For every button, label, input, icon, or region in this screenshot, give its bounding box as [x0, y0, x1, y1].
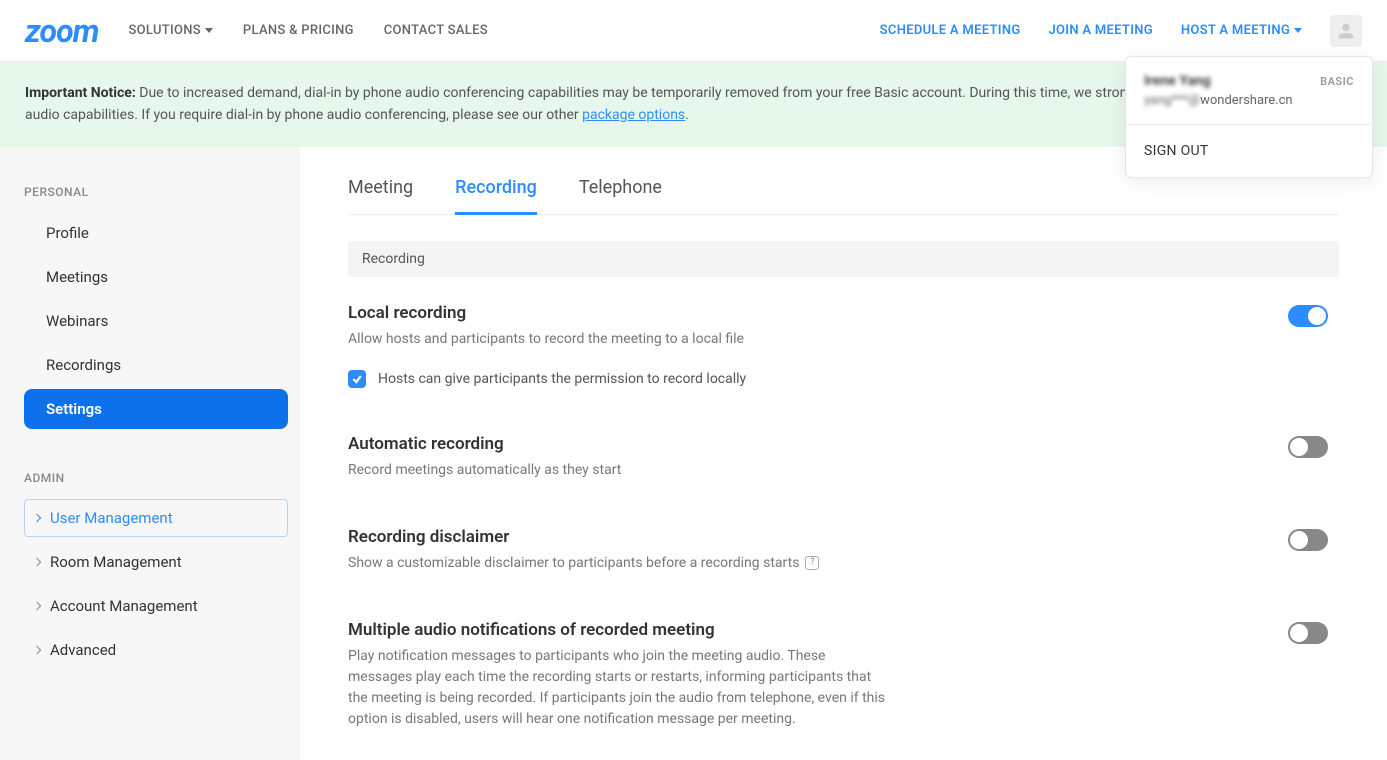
setting-desc: Show a customizable disclaimer to partic…	[348, 553, 1228, 574]
setting-title: Automatic recording	[348, 434, 1228, 454]
setting-title: Local recording	[348, 303, 1228, 323]
setting-title: Multiple audio notifications of recorded…	[348, 620, 888, 640]
sign-out-button[interactable]: SIGN OUT	[1126, 125, 1372, 177]
sidebar-item-room-management[interactable]: Room Management	[24, 543, 288, 581]
setting-sub-option: Hosts can give participants the permissi…	[348, 370, 1228, 388]
setting-desc: Record meetings automatically as they st…	[348, 460, 1228, 481]
chevron-right-icon	[33, 602, 41, 610]
nav-join-meeting[interactable]: JOIN A MEETING	[1048, 23, 1152, 38]
tab-telephone[interactable]: Telephone	[579, 177, 662, 215]
checkbox-hosts-permission[interactable]	[348, 370, 366, 388]
profile-name: Irene Yang	[1144, 73, 1211, 89]
sidebar-item-user-management[interactable]: User Management	[24, 499, 288, 537]
profile-email: yang***@wondershare.cn	[1144, 93, 1354, 108]
settings-tabs: Meeting Recording Telephone	[348, 177, 1339, 215]
nav-left: SOLUTIONS PLANS & PRICING CONTACT SALES	[128, 23, 487, 38]
chevron-down-icon	[205, 28, 213, 33]
profile-info: Irene Yang BASIC yang***@wondershare.cn	[1126, 57, 1372, 125]
tab-recording[interactable]: Recording	[455, 177, 537, 215]
nav-host-meeting[interactable]: HOST A MEETING	[1181, 23, 1302, 38]
nav-solutions-label: SOLUTIONS	[128, 23, 200, 38]
sidebar-item-webinars[interactable]: Webinars	[24, 301, 288, 341]
profile-dropdown: Irene Yang BASIC yang***@wondershare.cn …	[1125, 56, 1373, 178]
section-header-recording: Recording	[348, 241, 1339, 277]
sidebar-heading-admin: ADMIN	[24, 471, 288, 485]
sidebar-item-settings[interactable]: Settings	[24, 389, 288, 429]
package-options-link[interactable]: package options	[582, 107, 685, 123]
setting-desc: Allow hosts and participants to record t…	[348, 329, 1228, 350]
main-layout: PERSONAL Profile Meetings Webinars Recor…	[0, 147, 1387, 760]
sub-option-label: Hosts can give participants the permissi…	[378, 371, 746, 387]
chevron-right-icon	[33, 558, 41, 566]
person-icon	[1335, 20, 1357, 42]
setting-audio-notifications: Multiple audio notifications of recorded…	[348, 620, 1328, 730]
nav-schedule-meeting[interactable]: SCHEDULE A MEETING	[880, 23, 1021, 38]
nav-right: SCHEDULE A MEETING JOIN A MEETING HOST A…	[880, 15, 1362, 47]
main-content: Meeting Recording Telephone Recording Lo…	[300, 147, 1387, 760]
sidebar-item-meetings[interactable]: Meetings	[24, 257, 288, 297]
header-left: zoom SOLUTIONS PLANS & PRICING CONTACT S…	[25, 12, 488, 50]
nav-host-label: HOST A MEETING	[1181, 23, 1290, 38]
setting-automatic-recording: Automatic recording Record meetings auto…	[348, 434, 1328, 481]
nav-solutions[interactable]: SOLUTIONS	[128, 23, 212, 38]
chevron-down-icon	[1294, 28, 1302, 33]
nav-contact[interactable]: CONTACT SALES	[384, 23, 488, 38]
nav-plans[interactable]: PLANS & PRICING	[243, 23, 354, 38]
setting-title: Recording disclaimer	[348, 527, 1228, 547]
tab-meeting[interactable]: Meeting	[348, 177, 413, 215]
info-icon[interactable]: ?	[805, 556, 819, 570]
setting-local-recording: Local recording Allow hosts and particip…	[348, 303, 1328, 388]
sidebar: PERSONAL Profile Meetings Webinars Recor…	[0, 147, 300, 760]
sidebar-item-label: Account Management	[50, 597, 198, 615]
account-tier-badge: BASIC	[1320, 75, 1354, 88]
sidebar-item-account-management[interactable]: Account Management	[24, 587, 288, 625]
check-icon	[351, 373, 363, 385]
toggle-audio-notifications[interactable]	[1288, 622, 1328, 644]
sidebar-item-advanced[interactable]: Advanced	[24, 631, 288, 669]
chevron-right-icon	[33, 646, 41, 654]
sidebar-item-recordings[interactable]: Recordings	[24, 345, 288, 385]
chevron-right-icon	[33, 514, 41, 522]
notice-label: Important Notice:	[25, 85, 136, 101]
top-header: zoom SOLUTIONS PLANS & PRICING CONTACT S…	[0, 0, 1387, 62]
setting-recording-disclaimer: Recording disclaimer Show a customizable…	[348, 527, 1328, 574]
setting-desc: Play notification messages to participan…	[348, 646, 888, 730]
sidebar-heading-personal: PERSONAL	[24, 185, 288, 199]
sidebar-item-label: Advanced	[50, 641, 116, 659]
toggle-automatic-recording[interactable]	[1288, 436, 1328, 458]
notice-text-2: .	[685, 107, 689, 123]
toggle-local-recording[interactable]	[1288, 305, 1328, 327]
sidebar-item-profile[interactable]: Profile	[24, 213, 288, 253]
sidebar-item-label: User Management	[50, 509, 173, 527]
sidebar-item-label: Room Management	[50, 553, 182, 571]
profile-avatar[interactable]	[1330, 15, 1362, 47]
toggle-recording-disclaimer[interactable]	[1288, 529, 1328, 551]
zoom-logo[interactable]: zoom	[25, 12, 98, 50]
